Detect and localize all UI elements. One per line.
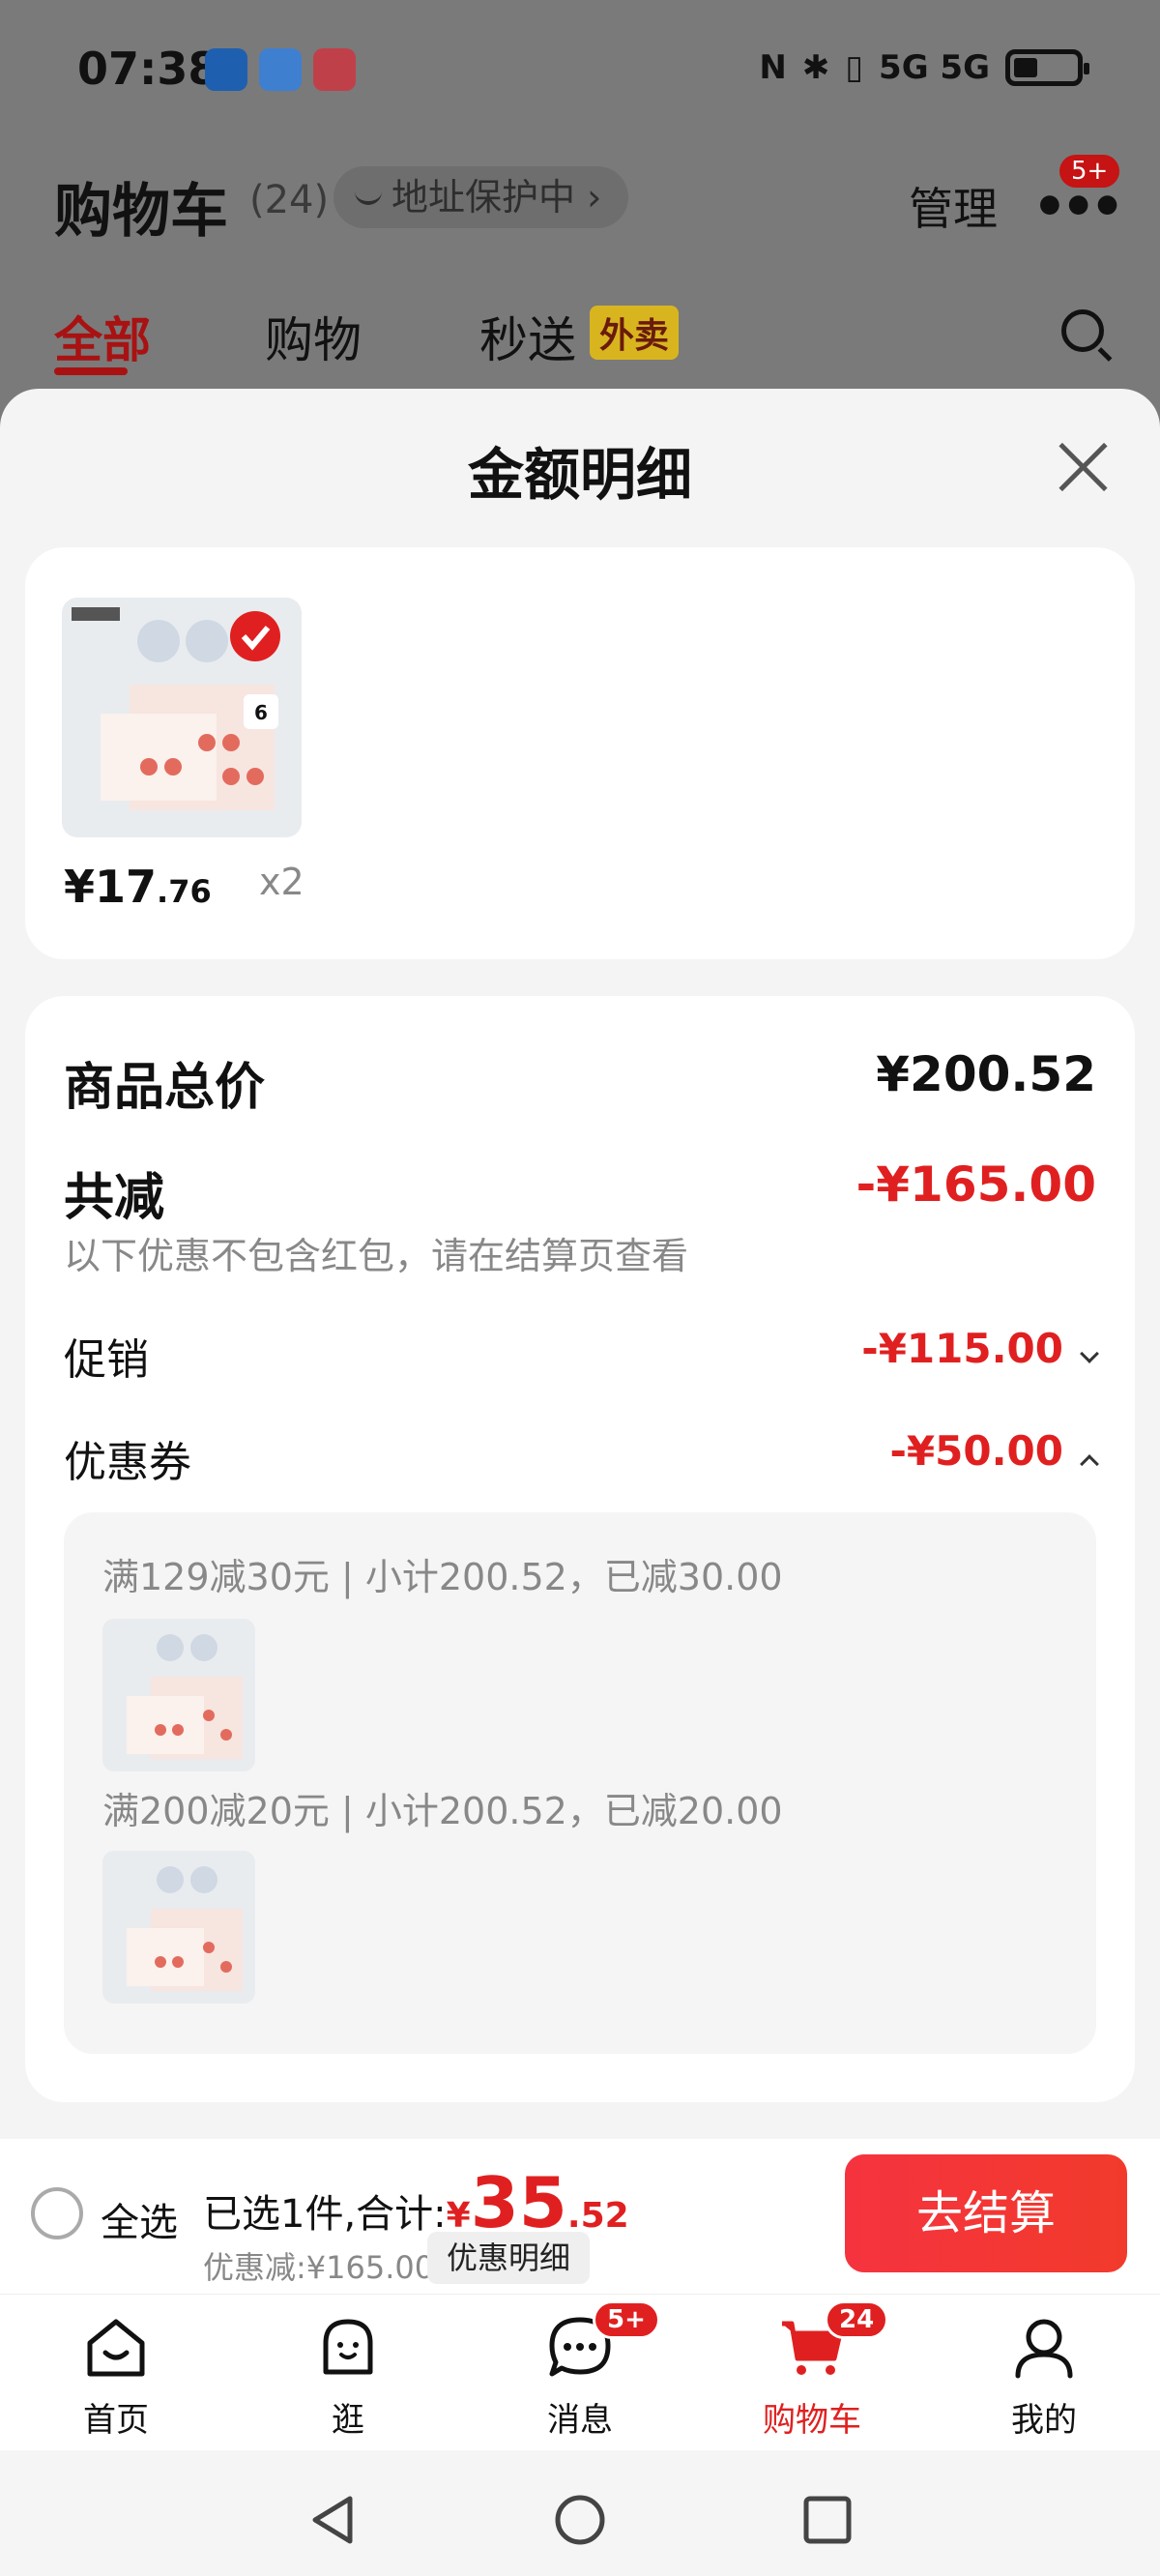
coupon-product-image [102, 1851, 255, 2004]
tab-shopping[interactable]: 购物 [265, 302, 362, 371]
promo-row[interactable]: 促销 -¥115.00 [64, 1325, 1099, 1387]
home-icon [82, 2314, 150, 2382]
coupon-row[interactable]: 优惠券 -¥50.00 [64, 1427, 1099, 1489]
coupon-item-text: 满200减20元 | 小计200.52，已减20.00 [102, 1790, 783, 1832]
nav-messages[interactable]: 5+ 消息 [512, 2300, 660, 2441]
cart-tabs: 全部 购物 秒送 外卖 [0, 290, 1160, 387]
status-bar: 07:38 N ✱ ▯ 5G 5G [0, 0, 1160, 145]
search-icon[interactable] [1061, 309, 1104, 352]
shopping-app-icon [313, 48, 356, 91]
select-all-checkbox[interactable] [31, 2187, 83, 2239]
nav-profile[interactable]: 我的 [976, 2314, 1112, 2441]
more-badge: 5+ [1059, 155, 1120, 188]
vibrate-icon: ▯ [845, 48, 864, 87]
home-circle-icon[interactable] [553, 2493, 607, 2551]
nav-cart[interactable]: 24 购物车 [744, 2300, 889, 2441]
smile-icon [355, 186, 382, 205]
checkout-button[interactable]: 去结算 [845, 2154, 1127, 2272]
message-icon: 5+ [546, 2300, 660, 2382]
back-icon[interactable] [305, 2493, 360, 2551]
status-time: 07:38 [77, 43, 219, 95]
address-protection-chip[interactable]: 地址保护中 › [334, 166, 629, 228]
checkout-bar: 全选 已选1件,合计:¥35.52 优惠减:¥165.00 优惠明细 去结算 [0, 2139, 1160, 2294]
profile-icon [1010, 2314, 1078, 2382]
select-all-label[interactable]: 全选 [101, 2191, 178, 2247]
coupon-value: -¥50.00 [889, 1427, 1063, 1475]
battery-icon [1005, 49, 1089, 86]
chevron-right-icon: › [587, 176, 602, 219]
cart-count: (24) [249, 178, 330, 222]
coupon-item-text: 满129减30元 | 小计200.52，已减30.00 [102, 1556, 783, 1598]
takeout-tag: 外卖 [590, 306, 680, 360]
signal-icon: 5G 5G [879, 48, 990, 87]
chevron-up-icon [1080, 1453, 1099, 1474]
tab-instant-delivery[interactable]: 秒送 [479, 302, 576, 371]
product-image[interactable]: 6 [62, 598, 302, 837]
nfc-icon: N [759, 48, 787, 87]
discount-detail-button[interactable]: 优惠明细 [427, 2232, 591, 2284]
coupon-detail-box: 满129减30元 | 小计200.52，已减30.00 满200减20元 | 小… [64, 1512, 1096, 2054]
discount-summary: 优惠减:¥165.00 [203, 2249, 435, 2286]
messages-badge: 5+ [593, 2300, 660, 2339]
bottom-nav: 首页 逛 5+ 消息 24 购物车 我的 [0, 2294, 1160, 2450]
chevron-down-icon [1080, 1343, 1099, 1363]
sheet-title: 金额明细 [467, 442, 692, 508]
browse-icon [314, 2314, 382, 2382]
amount-detail-sheet: 金额明细 6 ¥17.76 x2 商品总价 ¥200.52 共减 -¥165.0… [0, 389, 1160, 2294]
total-label: 商品总价 [64, 1059, 266, 1117]
svg-text:6: 6 [254, 701, 268, 724]
discount-value: -¥165.00 [856, 1156, 1097, 1213]
promo-value: -¥115.00 [861, 1325, 1063, 1372]
weather-icon [259, 48, 302, 91]
close-icon[interactable] [1058, 441, 1110, 493]
tab-underline [54, 367, 128, 375]
nav-browse[interactable]: 逛 [280, 2314, 416, 2441]
total-row: 商品总价 ¥200.52 [64, 1046, 1096, 1119]
page-title: 购物车 [54, 178, 228, 246]
price-summary-card: 商品总价 ¥200.52 共减 -¥165.00 以下优惠不包含红包，请在结算页… [25, 996, 1135, 2102]
cart-icon: 24 [778, 2300, 889, 2382]
discount-note: 以下优惠不包含红包，请在结算页查看 [64, 1235, 689, 1277]
coupon-product-image [102, 1619, 255, 1771]
product-price: ¥17.76 [64, 861, 212, 913]
cart-badge: 24 [825, 2300, 889, 2339]
tab-all[interactable]: 全部 [54, 302, 151, 371]
cart-header: 购物车 (24) 地址保护中 › 管理 ••• 5+ [0, 155, 1160, 251]
status-indicators: N ✱ ▯ 5G 5G [759, 48, 1089, 87]
more-icon[interactable]: ••• [1032, 181, 1124, 235]
discount-label: 共减 [64, 1169, 165, 1227]
status-app-icons [205, 48, 356, 91]
discount-row: 共减 -¥165.00 [64, 1156, 1096, 1229]
coupon-label: 优惠券 [64, 1438, 191, 1487]
product-card: 6 ¥17.76 x2 [25, 547, 1135, 959]
product-quantity: x2 [259, 861, 304, 903]
total-value: ¥200.52 [876, 1046, 1096, 1102]
recents-icon[interactable] [800, 2493, 855, 2551]
bluetooth-icon: ✱ [801, 48, 830, 87]
app-notification-icon [205, 48, 247, 91]
nav-home[interactable]: 首页 [48, 2314, 184, 2441]
promo-label: 促销 [64, 1335, 149, 1385]
system-nav-bar [0, 2450, 1160, 2576]
manage-button[interactable]: 管理 [909, 174, 998, 238]
